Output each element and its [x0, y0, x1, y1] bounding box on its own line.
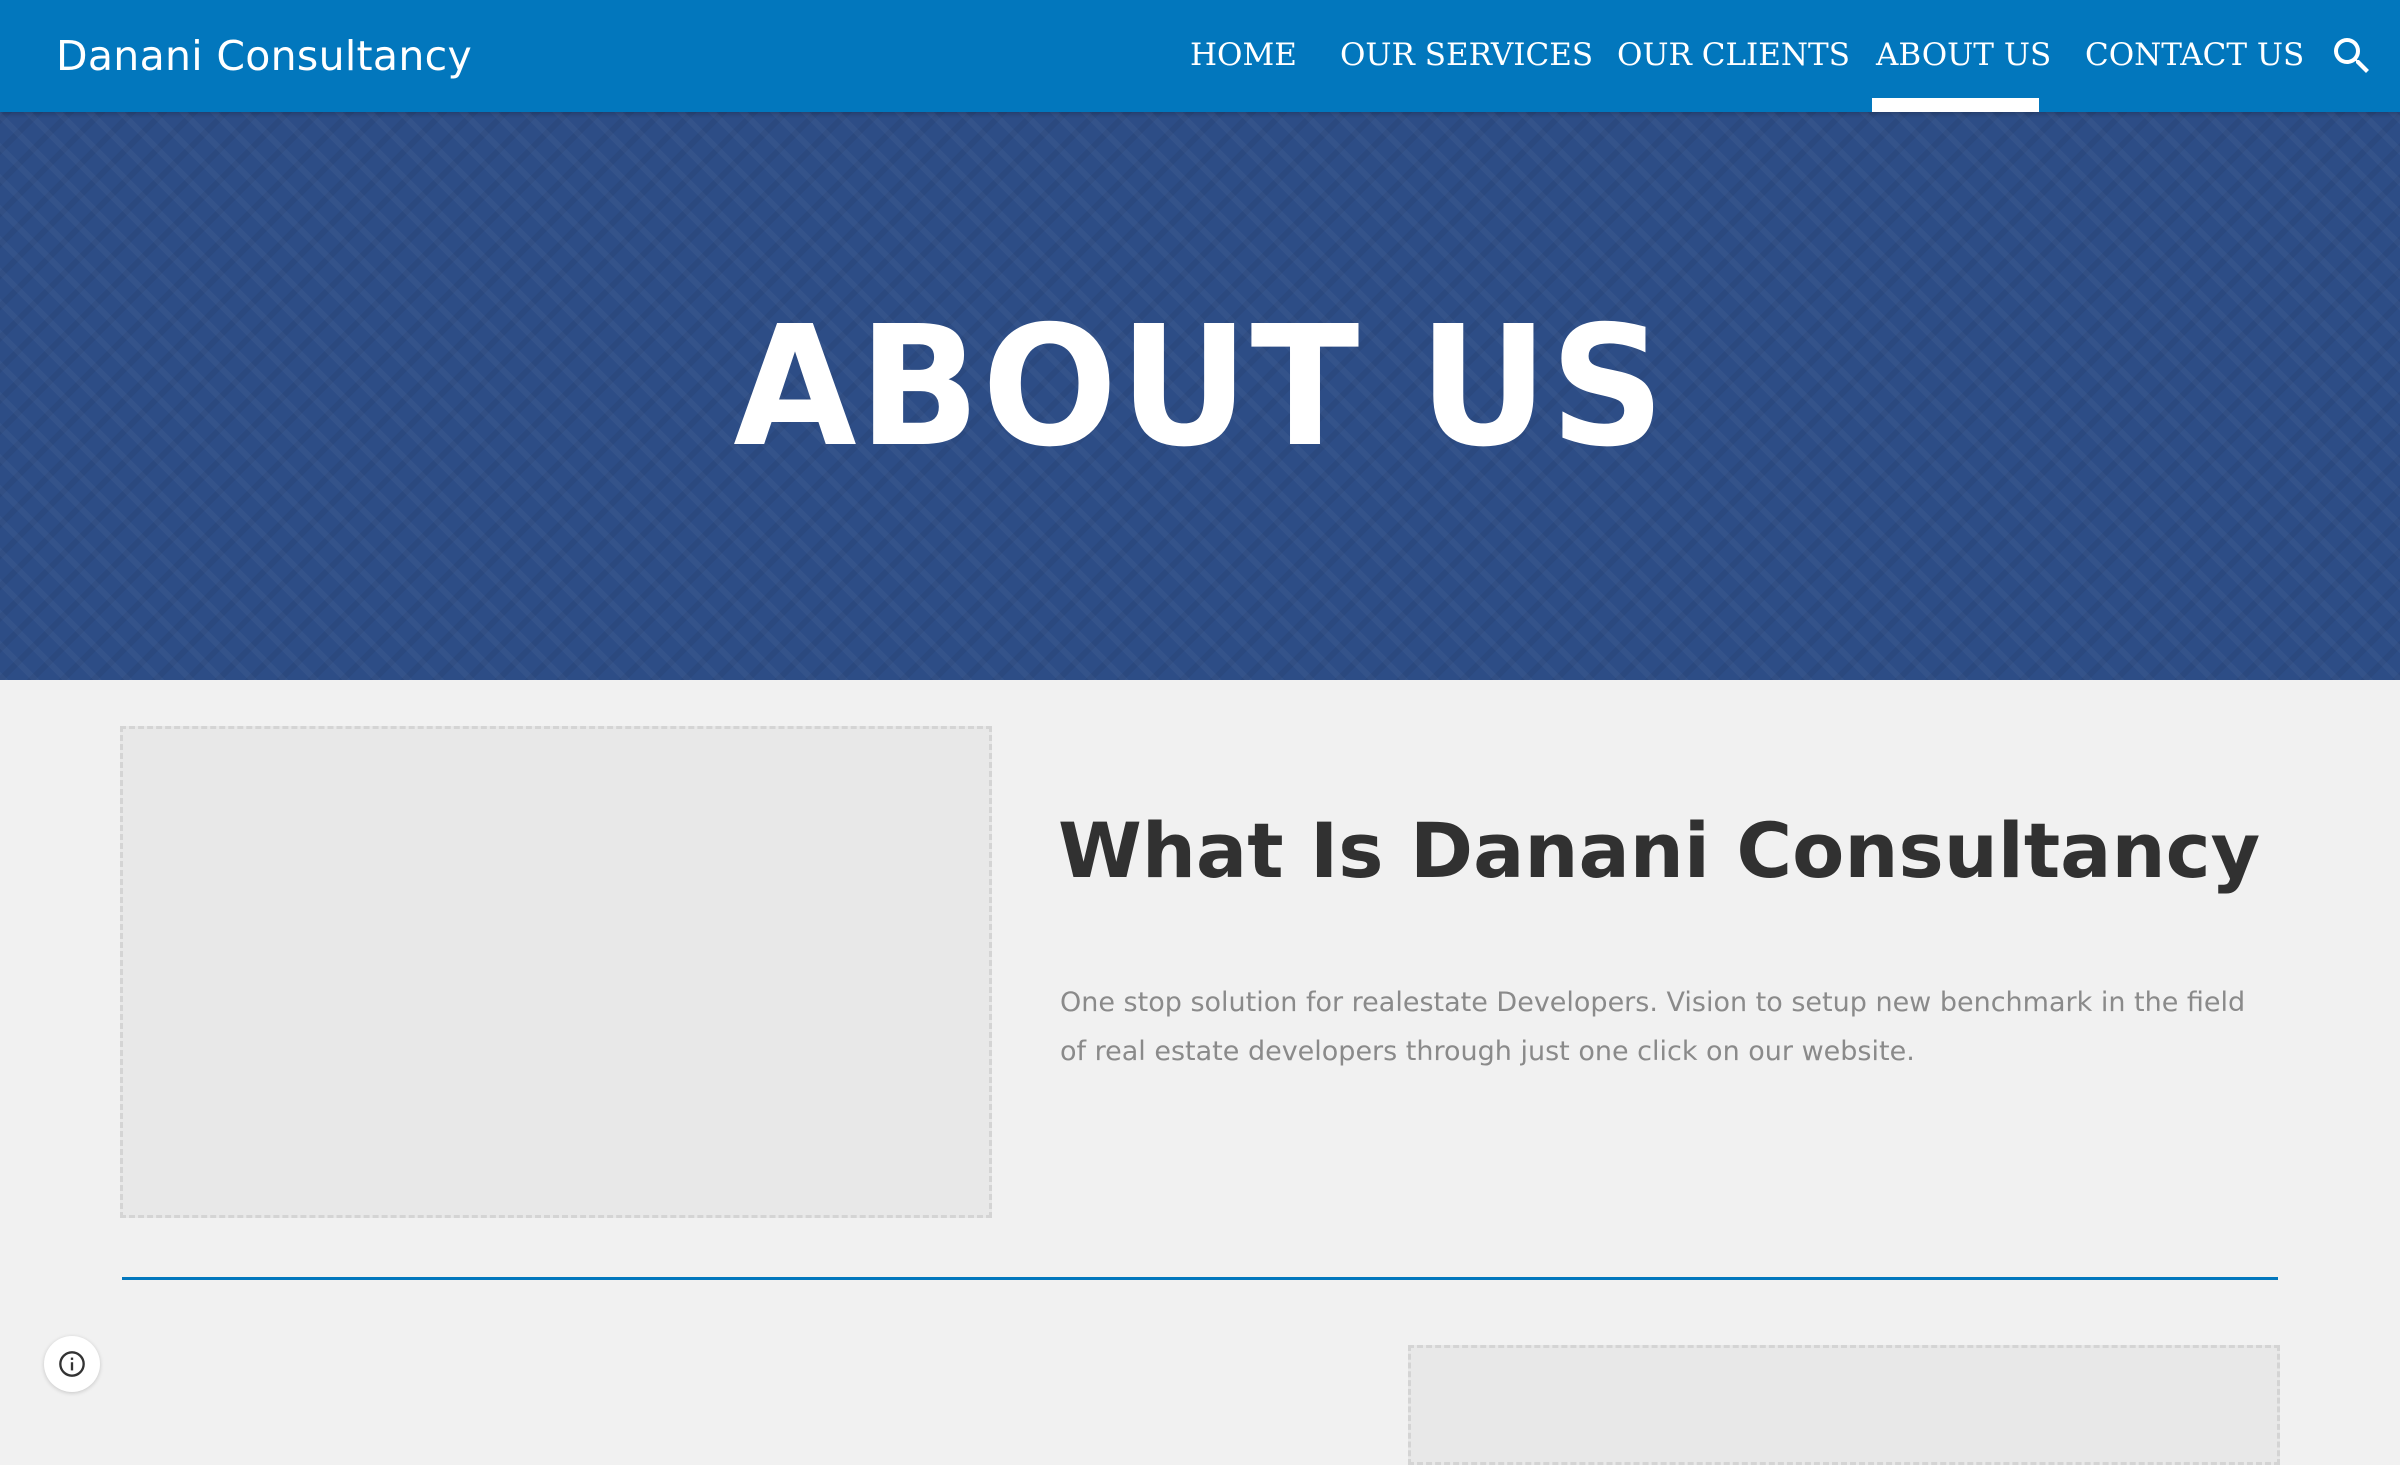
search-icon — [2334, 38, 2369, 73]
section-heading: What Is Danani Consultancy — [1058, 806, 2261, 895]
nav-item-home[interactable]: HOME — [1190, 0, 1297, 112]
search-button[interactable] — [2328, 32, 2376, 80]
site-info-button[interactable] — [44, 1336, 100, 1392]
banner-title: ABOUT US — [733, 291, 1667, 484]
site-title[interactable]: Danani Consultancy — [56, 0, 472, 112]
nav-item-contact-us[interactable]: CONTACT US — [2085, 0, 2304, 112]
section-divider — [122, 1277, 2278, 1280]
nav-item-about-us[interactable]: ABOUT US — [1872, 0, 2051, 112]
info-icon — [59, 1351, 85, 1377]
image-placeholder — [120, 726, 992, 1218]
nav-item-our-services[interactable]: OUR SERVICES — [1340, 0, 1593, 112]
nav-item-our-clients[interactable]: OUR CLIENTS — [1617, 0, 1850, 112]
section-description: One stop solution for realestate Develop… — [1060, 987, 2246, 1067]
hero-banner: ABOUT US — [0, 112, 2400, 680]
image-placeholder-2 — [1408, 1345, 2280, 1465]
site-header: Danani Consultancy HOME OUR SERVICES OUR… — [0, 0, 2400, 112]
